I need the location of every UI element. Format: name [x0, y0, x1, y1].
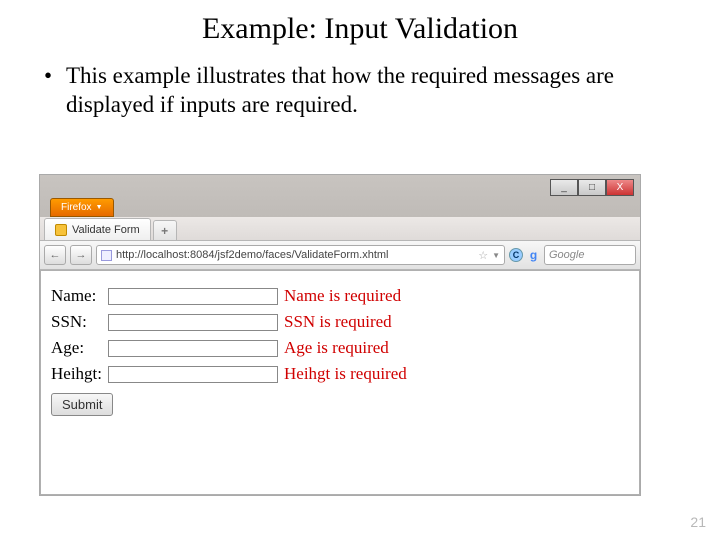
- submit-button[interactable]: Submit: [51, 393, 113, 416]
- page-icon: [55, 224, 67, 236]
- back-button[interactable]: ←: [44, 245, 66, 265]
- url-text: http://localhost:8084/jsf2demo/faces/Val…: [116, 249, 474, 261]
- name-input[interactable]: [108, 288, 278, 305]
- firefox-menu-button[interactable]: Firefox ▼: [50, 198, 114, 217]
- slide-number: 21: [690, 514, 706, 530]
- error-message: Name is required: [284, 283, 413, 309]
- slide-title: Example: Input Validation: [0, 0, 720, 62]
- validation-form: Name: Name is required SSN: SSN is requi…: [51, 283, 413, 387]
- form-row: Age: Age is required: [51, 335, 413, 361]
- chevron-down-icon: ▼: [96, 204, 103, 211]
- error-message: SSN is required: [284, 309, 413, 335]
- search-placeholder: Google: [549, 249, 584, 261]
- form-row: Name: Name is required: [51, 283, 413, 309]
- field-label: Age:: [51, 335, 108, 361]
- form-row: Heihgt: Heihgt is required: [51, 361, 413, 387]
- ssn-input[interactable]: [108, 314, 278, 331]
- window-maximize-button[interactable]: □: [578, 179, 606, 196]
- field-label: SSN:: [51, 309, 108, 335]
- new-tab-button[interactable]: +: [153, 220, 177, 240]
- nav-toolbar: ← → http://localhost:8084/jsf2demo/faces…: [40, 241, 640, 270]
- dropdown-icon[interactable]: ▼: [492, 251, 500, 260]
- browser-screenshot: Firefox ▼ _ □ X Validate Form + ← → http…: [40, 175, 640, 495]
- error-message: Age is required: [284, 335, 413, 361]
- firefox-label: Firefox: [61, 202, 92, 213]
- slide-bullet: This example illustrates that how the re…: [44, 62, 676, 120]
- height-input[interactable]: [108, 366, 278, 383]
- form-row: SSN: SSN is required: [51, 309, 413, 335]
- window-close-button[interactable]: X: [606, 179, 634, 196]
- reload-button[interactable]: C: [509, 248, 523, 262]
- age-input[interactable]: [108, 340, 278, 357]
- field-label: Name:: [51, 283, 108, 309]
- google-icon: g: [527, 249, 540, 262]
- window-minimize-button[interactable]: _: [550, 179, 578, 196]
- tab-title: Validate Form: [72, 224, 140, 236]
- bookmark-star-icon[interactable]: ☆: [478, 249, 488, 262]
- page-content: Name: Name is required SSN: SSN is requi…: [40, 270, 640, 495]
- error-message: Heihgt is required: [284, 361, 413, 387]
- tab-validate-form[interactable]: Validate Form: [44, 218, 151, 240]
- field-label: Heihgt:: [51, 361, 108, 387]
- tab-strip: Validate Form +: [40, 217, 640, 241]
- address-bar[interactable]: http://localhost:8084/jsf2demo/faces/Val…: [96, 245, 505, 265]
- search-input[interactable]: Google: [544, 245, 636, 265]
- forward-button[interactable]: →: [70, 245, 92, 265]
- favicon-icon: [101, 250, 112, 261]
